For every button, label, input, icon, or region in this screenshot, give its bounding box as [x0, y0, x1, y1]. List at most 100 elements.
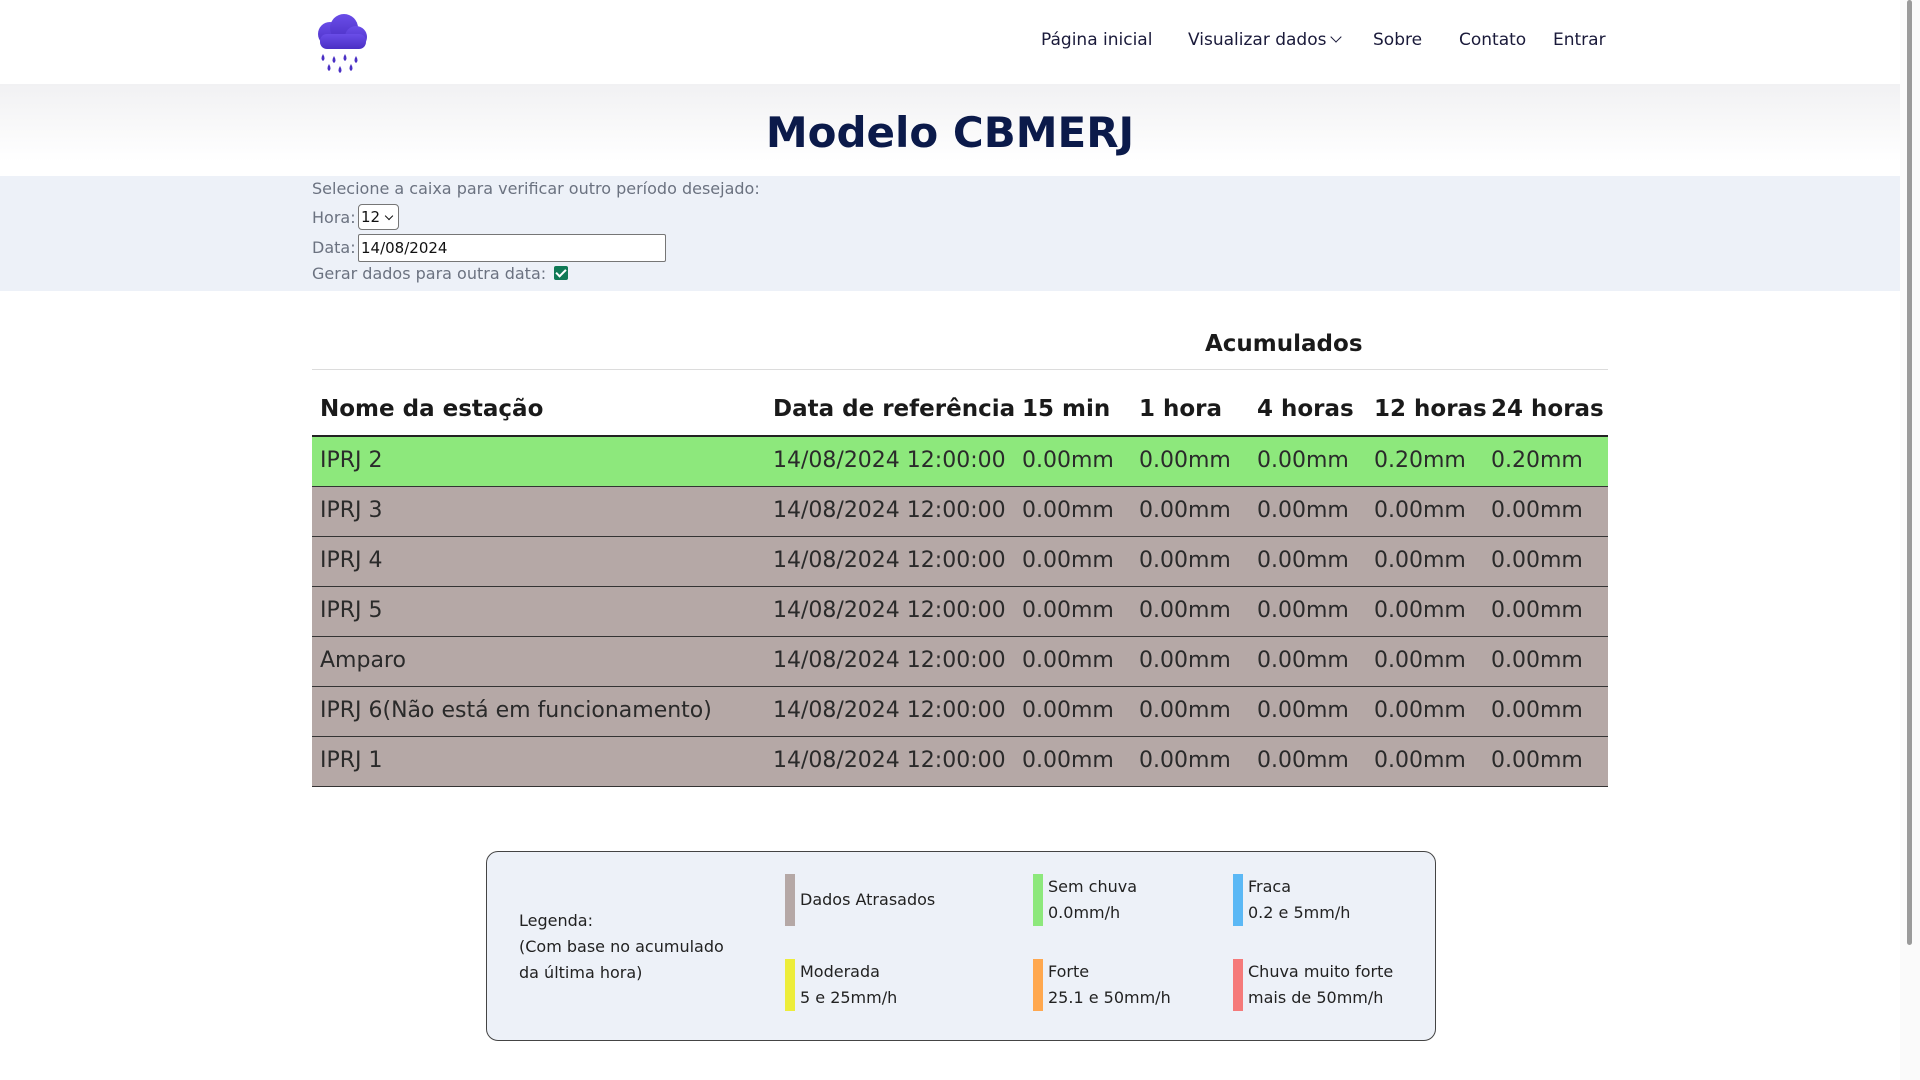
value-15min-cell: 0.00mm [1022, 498, 1114, 523]
rain-cloud-icon[interactable] [310, 12, 372, 74]
legend-item-strong: Forte 25.1 e 50mm/h [1048, 959, 1171, 1011]
legend-intro: Legenda: (Com base no acumulado da últim… [519, 908, 724, 986]
table-row: IPRJ 6(Não está em funcionamento) 14/08/… [312, 687, 1608, 737]
legend-note: (Com base no acumulado [519, 937, 724, 956]
legend-box: Legenda: (Com base no acumulado da últim… [486, 851, 1436, 1041]
value-15min-cell: 0.00mm [1022, 598, 1114, 623]
legend-swatch-strong [1033, 959, 1043, 1011]
divider [312, 369, 1608, 370]
value-1h-cell: 0.00mm [1139, 748, 1231, 773]
value-15min-cell: 0.00mm [1022, 748, 1114, 773]
value-4h-cell: 0.00mm [1257, 598, 1349, 623]
accumulated-group-header: Acumulados [1205, 331, 1363, 357]
reference-date-cell: 14/08/2024 12:00:00 [773, 548, 1006, 573]
legend-item-range: 25.1 e 50mm/h [1048, 988, 1171, 1007]
hour-select-value: 12 [361, 208, 381, 226]
value-12h-cell: 0.00mm [1374, 748, 1466, 773]
value-15min-cell: 0.00mm [1022, 648, 1114, 673]
column-header-1h: 1 hora [1139, 396, 1223, 422]
station-name-cell: IPRJ 4 [320, 548, 383, 573]
station-name-cell: IPRJ 2 [320, 448, 383, 473]
value-4h-cell: 0.00mm [1257, 548, 1349, 573]
legend-item-no-rain: Sem chuva 0.0mm/h [1048, 874, 1137, 926]
legend-swatch-delayed [785, 874, 795, 926]
reference-date-cell: 14/08/2024 12:00:00 [773, 448, 1006, 473]
station-name-cell: IPRJ 1 [320, 748, 383, 773]
table-row: IPRJ 3 14/08/2024 12:00:00 0.00mm 0.00mm… [312, 487, 1608, 537]
value-12h-cell: 0.20mm [1374, 448, 1466, 473]
value-12h-cell: 0.00mm [1374, 548, 1466, 573]
value-12h-cell: 0.00mm [1374, 498, 1466, 523]
value-12h-cell: 0.00mm [1374, 598, 1466, 623]
nav-about-link[interactable]: Sobre [1373, 30, 1422, 50]
station-name-cell: Amparo [320, 648, 406, 673]
legend-note: da última hora) [519, 963, 643, 982]
page-title: Modelo CBMERJ [765, 108, 1135, 157]
value-12h-cell: 0.00mm [1374, 648, 1466, 673]
chevron-down-icon [1330, 31, 1343, 43]
nav-view-data-dropdown[interactable]: Visualizar dados [1188, 30, 1343, 50]
legend-item-label: Fraca [1248, 877, 1292, 896]
reference-date-cell: 14/08/2024 12:00:00 [773, 498, 1006, 523]
legend-item-label: Chuva muito forte [1248, 962, 1394, 981]
title-section: Modelo CBMERJ [0, 84, 1900, 176]
value-15min-cell: 0.00mm [1022, 548, 1114, 573]
reference-date-cell: 14/08/2024 12:00:00 [773, 598, 1006, 623]
legend-swatch-moderate [785, 959, 795, 1011]
value-1h-cell: 0.00mm [1139, 548, 1231, 573]
legend-item-range: 5 e 25mm/h [800, 988, 898, 1007]
scrollbar-thumb[interactable] [1907, 0, 1912, 945]
column-header-reference-date: Data de referência [773, 396, 1016, 422]
value-24h-cell: 0.00mm [1491, 598, 1583, 623]
station-name-cell: IPRJ 3 [320, 498, 383, 523]
value-15min-cell: 0.00mm [1022, 448, 1114, 473]
legend-item-label: Dados Atrasados [800, 890, 936, 909]
value-4h-cell: 0.00mm [1257, 448, 1349, 473]
page-scrollbar[interactable] [1900, 0, 1920, 1080]
legend-item-very-strong: Chuva muito forte mais de 50mm/h [1248, 959, 1393, 1011]
value-4h-cell: 0.00mm [1257, 748, 1349, 773]
top-navbar: Página inicial Visualizar dados Sobre Co… [0, 0, 1900, 84]
reference-date-cell: 14/08/2024 12:00:00 [773, 698, 1006, 723]
nav-login-link[interactable]: Entrar [1553, 30, 1606, 50]
column-header-15min: 15 min [1022, 396, 1111, 422]
nav-view-data-label: Visualizar dados [1188, 30, 1327, 50]
legend-item-moderate: Moderada 5 e 25mm/h [800, 959, 897, 1011]
date-label: Data: [312, 238, 356, 257]
legend-item-range: mais de 50mm/h [1248, 988, 1384, 1007]
legend-title: Legenda: [519, 911, 593, 930]
column-header-12h: 12 horas [1374, 396, 1487, 422]
filter-panel: Selecione a caixa para verificar outro p… [0, 176, 1900, 291]
value-4h-cell: 0.00mm [1257, 698, 1349, 723]
legend-item-label: Forte [1048, 962, 1090, 981]
legend-item-label: Moderada [800, 962, 880, 981]
station-name-cell: IPRJ 6(Não está em funcionamento) [320, 698, 712, 723]
value-1h-cell: 0.00mm [1139, 498, 1231, 523]
filter-instruction: Selecione a caixa para verificar outro p… [312, 179, 760, 198]
table-row: IPRJ 4 14/08/2024 12:00:00 0.00mm 0.00mm… [312, 537, 1608, 587]
value-24h-cell: 0.00mm [1491, 748, 1583, 773]
legend-item-range: 0.2 e 5mm/h [1248, 903, 1351, 922]
value-24h-cell: 0.00mm [1491, 698, 1583, 723]
legend-swatch-no-rain [1033, 874, 1043, 926]
nav-home-link[interactable]: Página inicial [1041, 30, 1152, 50]
hour-select[interactable]: 12 [358, 204, 399, 230]
reference-date-cell: 14/08/2024 12:00:00 [773, 748, 1006, 773]
checkbox-label: Gerar dados para outra data: [312, 264, 547, 283]
hour-label: Hora: [312, 208, 356, 227]
table-row: IPRJ 1 14/08/2024 12:00:00 0.00mm 0.00mm… [312, 737, 1608, 787]
value-24h-cell: 0.00mm [1491, 648, 1583, 673]
table-row: IPRJ 2 14/08/2024 12:00:00 0.00mm 0.00mm… [312, 437, 1608, 487]
legend-item-label: Sem chuva [1048, 877, 1138, 896]
other-date-checkbox[interactable] [554, 266, 568, 280]
value-4h-cell: 0.00mm [1257, 498, 1349, 523]
legend-item-range: 0.0mm/h [1048, 903, 1121, 922]
value-24h-cell: 0.00mm [1491, 498, 1583, 523]
value-1h-cell: 0.00mm [1139, 598, 1231, 623]
legend-item-delayed: Dados Atrasados [800, 887, 935, 913]
value-24h-cell: 0.20mm [1491, 448, 1583, 473]
date-input[interactable]: 14/08/2024 [358, 234, 666, 262]
nav-contact-link[interactable]: Contato [1459, 30, 1526, 50]
chevron-down-icon [384, 211, 394, 221]
value-1h-cell: 0.00mm [1139, 698, 1231, 723]
